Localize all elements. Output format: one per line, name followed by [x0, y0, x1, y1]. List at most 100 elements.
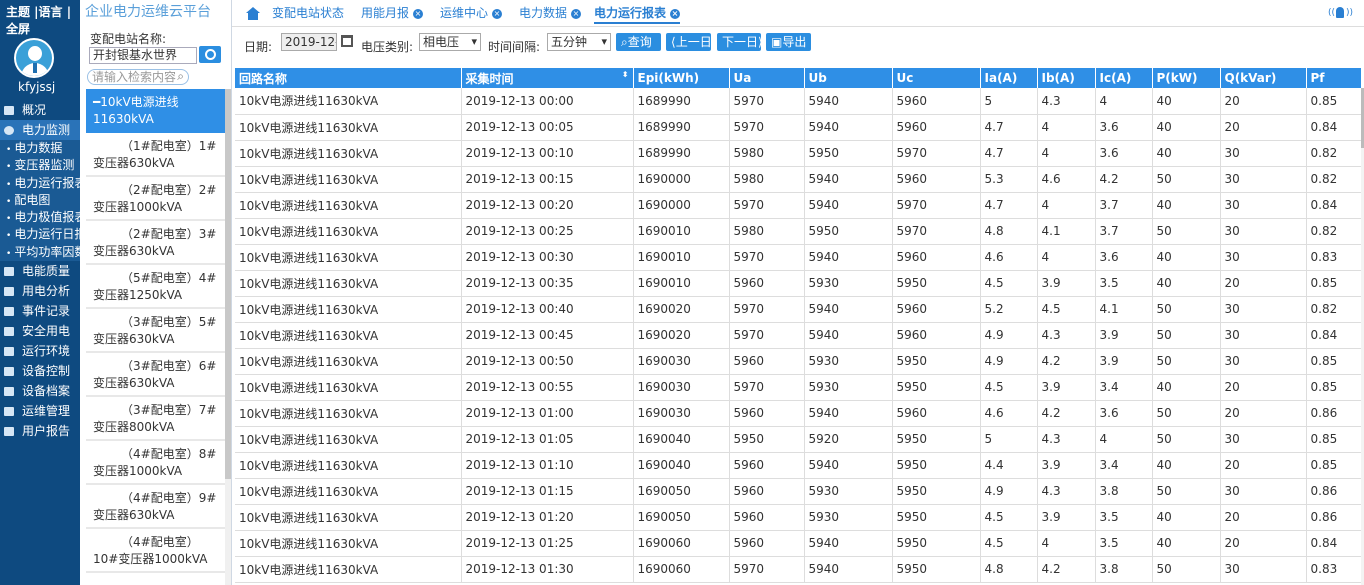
export-label: 导出: [782, 35, 807, 49]
station-list-item[interactable]: （2#配电室）3#变压器630kVA: [86, 221, 225, 265]
nav-item[interactable]: 用电分析: [0, 281, 80, 301]
close-icon[interactable]: ×: [571, 8, 582, 19]
station-list-item[interactable]: （3#配电室）7#变压器800kVA: [86, 397, 225, 441]
table-row[interactable]: 10kV电源进线11630kVA 2019-12-13 00:40 1690020 5…: [235, 296, 1362, 323]
column-header[interactable]: Ic(A): [1095, 68, 1153, 88]
nav-item[interactable]: 电力监测: [0, 120, 80, 140]
home-icon[interactable]: [246, 7, 260, 21]
top-links[interactable]: 主题 |语言 | 全屏: [0, 0, 80, 38]
column-header[interactable]: 采集时间 ⬍: [461, 68, 634, 88]
avatar[interactable]: [14, 38, 54, 78]
table-row[interactable]: 10kV电源进线11630kVA 2019-12-13 00:50 1690030 5…: [235, 348, 1362, 375]
tab-0[interactable]: 变配电站状态: [272, 4, 344, 24]
date-input[interactable]: 2019-12-13: [281, 33, 337, 51]
table-cell: 5980: [729, 218, 805, 245]
table-cell: 1690030: [633, 400, 730, 427]
nav-item[interactable]: 设备档案: [0, 381, 80, 401]
column-header[interactable]: Uc: [892, 68, 981, 88]
next-day-button[interactable]: 下一日⟩: [717, 33, 763, 51]
nav-subitem[interactable]: 电力极值报表: [0, 209, 80, 227]
table-cell: 4: [1037, 244, 1096, 271]
column-header[interactable]: Pf: [1306, 68, 1362, 88]
tab-3[interactable]: 电力数据 ×: [519, 4, 582, 24]
station-select[interactable]: 开封银基水世界: [89, 47, 197, 64]
station-search-input[interactable]: 请输入检索内容: [87, 69, 189, 85]
nav-item[interactable]: 用户报告: [0, 421, 80, 441]
nav-item[interactable]: 概况: [0, 100, 80, 120]
interval-select[interactable]: 五分钟: [547, 33, 611, 51]
table-cell: 0.82: [1306, 218, 1362, 245]
table-row[interactable]: 10kV电源进线11630kVA 2019-12-13 00:15 1690000 5…: [235, 166, 1362, 193]
table-cell: 3.6: [1095, 114, 1153, 141]
column-header[interactable]: P(kW): [1152, 68, 1221, 88]
table-row[interactable]: 10kV电源进线11630kVA 2019-12-13 01:00 1690030 5…: [235, 400, 1362, 427]
table-cell: 1690020: [633, 322, 730, 349]
nav-item[interactable]: 运维管理: [0, 401, 80, 421]
table-row[interactable]: 10kV电源进线11630kVA 2019-12-13 00:05 1689990 5…: [235, 114, 1362, 141]
column-header[interactable]: Ib(A): [1037, 68, 1096, 88]
station-search-button[interactable]: [199, 46, 221, 63]
table-cell: 5940: [804, 166, 893, 193]
station-list-item[interactable]: （4#配电室）8#变压器1000kVA: [86, 441, 225, 485]
station-list-item[interactable]: （4#配电室）10#变压器1000kVA: [86, 529, 225, 573]
station-list-item[interactable]: （2#配电室）2#变压器1000kVA: [86, 177, 225, 221]
table-cell: 0.82: [1306, 296, 1362, 323]
table-row[interactable]: 10kV电源进线11630kVA 2019-12-13 01:15 1690050 5…: [235, 478, 1362, 505]
theme-language-links[interactable]: 主题 |语言 |: [6, 4, 80, 21]
table-row[interactable]: 10kV电源进线11630kVA 2019-12-13 00:25 1690010 5…: [235, 218, 1362, 245]
close-icon[interactable]: ×: [413, 8, 424, 19]
prev-day-button[interactable]: ⟨上一日: [666, 33, 712, 51]
table-row[interactable]: 10kV电源进线11630kVA 2019-12-13 00:20 1690000 5…: [235, 192, 1362, 219]
station-list-item[interactable]: （4#配电室）9#变压器630kVA: [86, 485, 225, 529]
table-row[interactable]: 10kV电源进线11630kVA 2019-12-13 01:25 1690060 5…: [235, 530, 1362, 557]
close-icon[interactable]: ×: [492, 8, 503, 19]
table-cell: 10kV电源进线11630kVA: [235, 166, 462, 193]
table-row[interactable]: 10kV电源进线11630kVA 2019-12-13 00:30 1690010 5…: [235, 244, 1362, 271]
column-header[interactable]: Ua: [729, 68, 805, 88]
query-button[interactable]: ⌕查询: [616, 33, 661, 51]
nav-subitem[interactable]: 电力运行日报: [0, 226, 80, 244]
table-cell: 3.5: [1095, 504, 1153, 531]
nav-subitem[interactable]: 电力运行报表: [0, 174, 80, 192]
table-row[interactable]: 10kV电源进线11630kVA 2019-12-13 00:35 1690010 5…: [235, 270, 1362, 297]
nav-item[interactable]: 运行环境: [0, 341, 80, 361]
sort-icon[interactable]: ⬍: [622, 70, 629, 79]
table-row[interactable]: 10kV电源进线11630kVA 2019-12-13 01:20 1690050 5…: [235, 504, 1362, 531]
bell-icon[interactable]: (( )): [1328, 7, 1353, 21]
nav-item[interactable]: 事件记录: [0, 301, 80, 321]
nav-item[interactable]: 安全用电: [0, 321, 80, 341]
nav-subitem[interactable]: 电力数据: [0, 140, 80, 158]
nav-item[interactable]: 设备控制: [0, 361, 80, 381]
station-list-scrollbar[interactable]: [225, 89, 231, 585]
table-row[interactable]: 10kV电源进线11630kVA 2019-12-13 01:05 1690040 5…: [235, 426, 1362, 453]
column-header[interactable]: Epi(kWh): [633, 68, 730, 88]
export-button[interactable]: ▣导出: [766, 33, 811, 51]
column-header[interactable]: Ub: [804, 68, 893, 88]
station-list-item[interactable]: ━10kV电源进线11630kVA: [86, 89, 225, 133]
calendar-icon[interactable]: [341, 35, 353, 47]
table-row[interactable]: 10kV电源进线11630kVA 2019-12-13 00:00 1689990 5…: [235, 88, 1362, 115]
column-header[interactable]: Q(kVar): [1220, 68, 1307, 88]
nav-subitem[interactable]: 平均功率因数: [0, 243, 80, 262]
nav-subitem[interactable]: 配电图: [0, 191, 80, 210]
close-icon[interactable]: ×: [670, 8, 681, 19]
fullscreen-link[interactable]: 全屏: [6, 21, 80, 38]
nav-item[interactable]: 电能质量: [0, 261, 80, 281]
tab-2[interactable]: 运维中心 ×: [440, 4, 503, 24]
column-header[interactable]: Ia(A): [980, 68, 1038, 88]
table-row[interactable]: 10kV电源进线11630kVA 2019-12-13 01:10 1690040 5…: [235, 452, 1362, 479]
voltage-select[interactable]: 相电压: [419, 33, 481, 51]
station-list-item[interactable]: （3#配电室）5#变压器630kVA: [86, 309, 225, 353]
table-cell: 3.9: [1037, 504, 1096, 531]
station-list-item[interactable]: （3#配电室）6#变压器630kVA: [86, 353, 225, 397]
table-row[interactable]: 10kV电源进线11630kVA 2019-12-13 00:10 1689990 5…: [235, 140, 1362, 167]
table-row[interactable]: 10kV电源进线11630kVA 2019-12-13 00:55 1690030 5…: [235, 374, 1362, 401]
tab-1[interactable]: 用能月报 ×: [361, 4, 424, 24]
station-list-item[interactable]: （1#配电室）1#变压器630kVA: [86, 133, 225, 177]
station-list-item[interactable]: （5#配电室）4#变压器1250kVA: [86, 265, 225, 309]
nav-subitem[interactable]: 变压器监测: [0, 157, 80, 175]
tab-4[interactable]: 电力运行报表 ×: [594, 4, 681, 24]
table-row[interactable]: 10kV电源进线11630kVA 2019-12-13 01:30 1690060 5…: [235, 556, 1362, 583]
column-header[interactable]: 回路名称: [235, 68, 462, 88]
table-row[interactable]: 10kV电源进线11630kVA 2019-12-13 00:45 1690020 5…: [235, 322, 1362, 349]
